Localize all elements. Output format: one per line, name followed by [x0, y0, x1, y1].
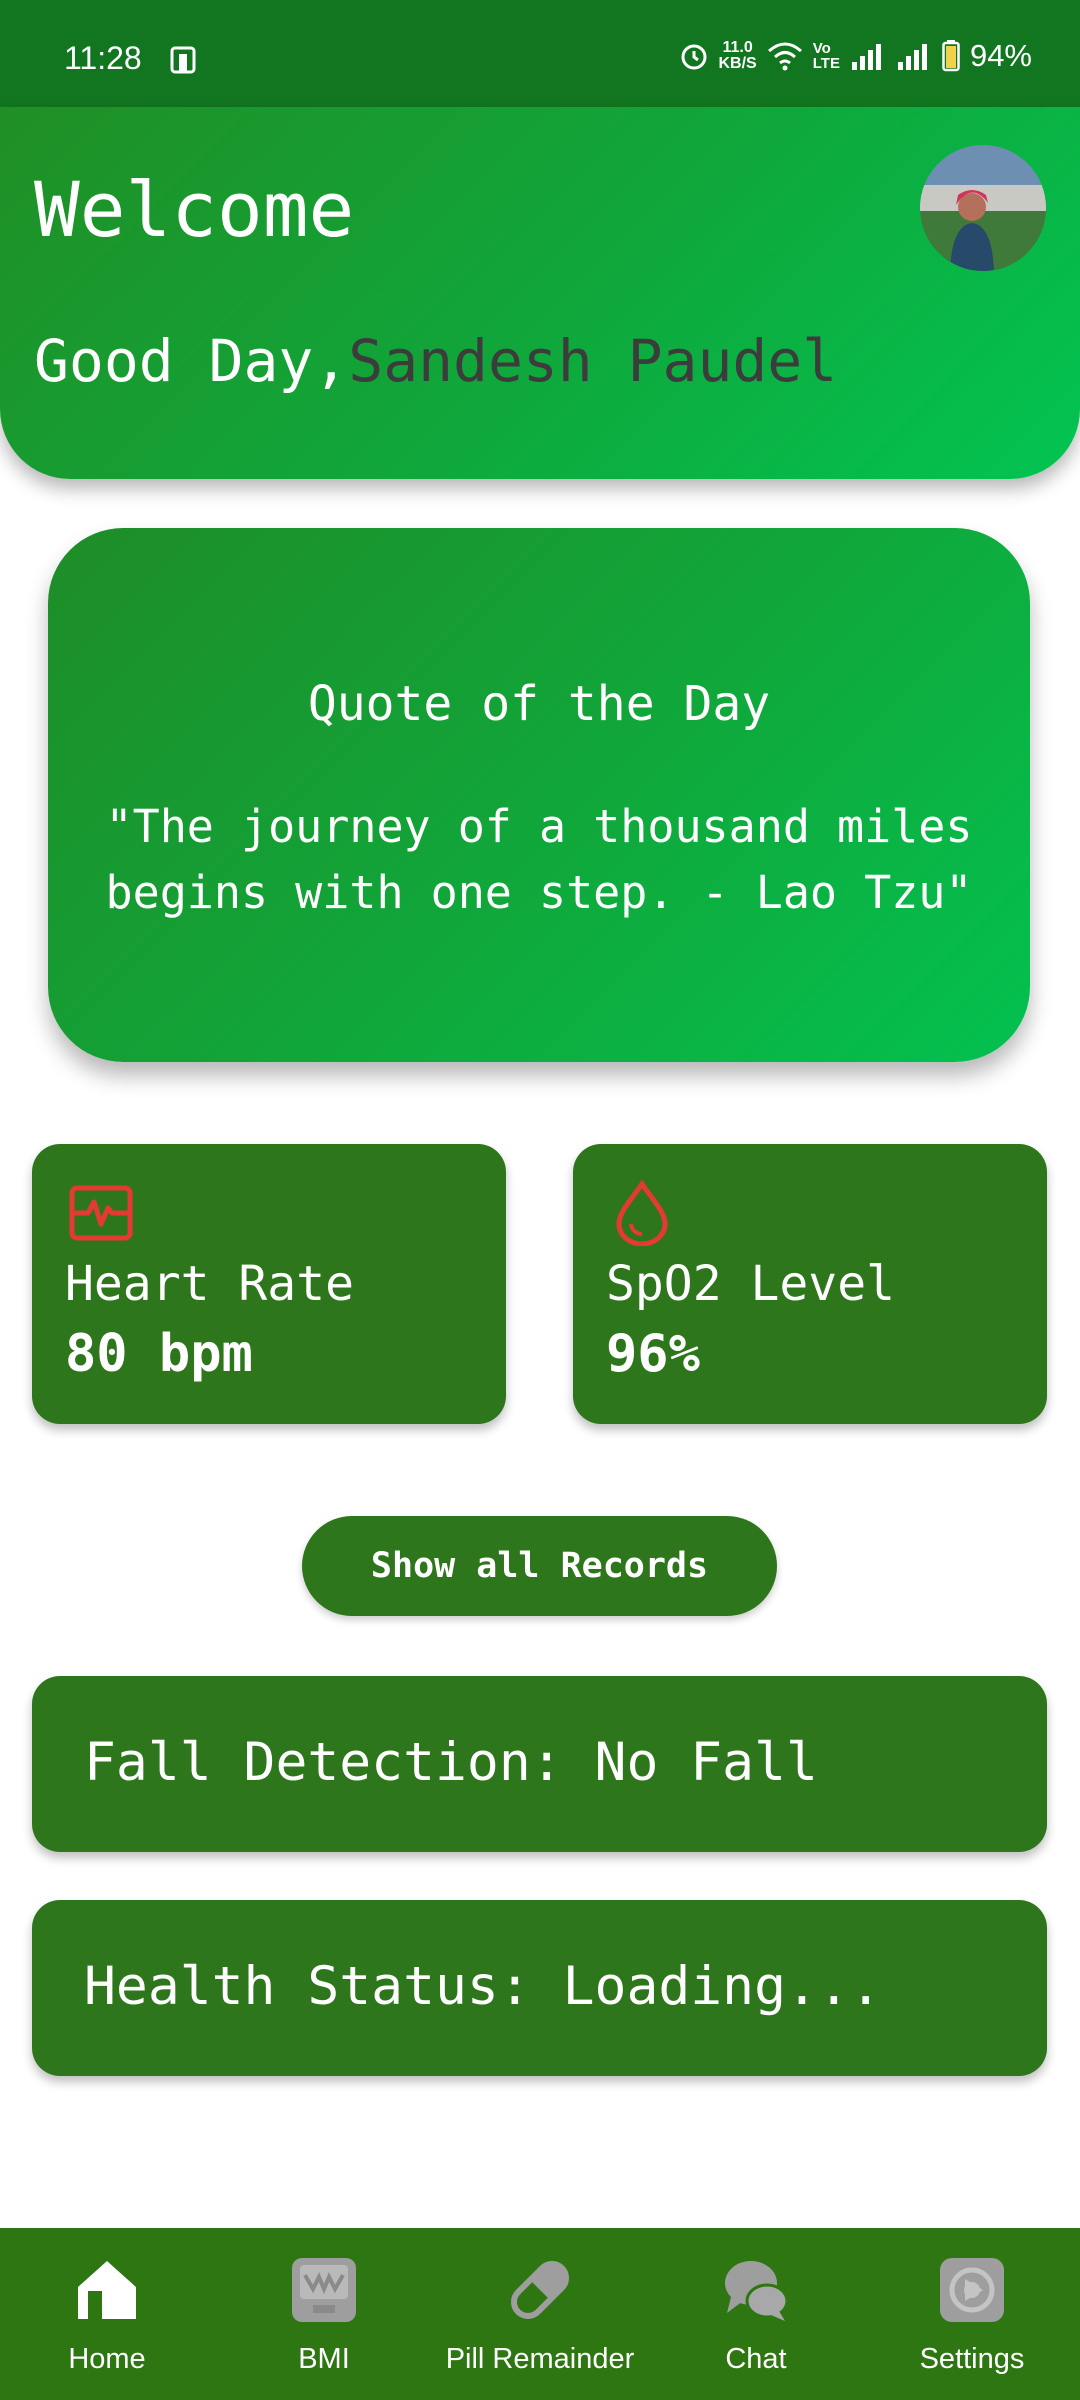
health-status-text: Health Status: Loading... [84, 1956, 882, 2017]
welcome-header: Welcome Good Day,Sandesh Paudel [0, 107, 1080, 479]
heart-rate-card[interactable]: Heart Rate 80 bpm [32, 1144, 506, 1424]
chat-icon [725, 2261, 789, 2321]
greeting-line: Good Day,Sandesh Paudel [34, 327, 837, 395]
nav-label-pill-remainder: Pill Remainder [445, 2343, 635, 2375]
spo2-value: 96% [606, 1324, 700, 1384]
settings-icon [940, 2258, 1004, 2322]
spo2-card[interactable]: SpO2 Level 96% [573, 1144, 1047, 1424]
show-all-records-button[interactable]: Show all Records [302, 1516, 777, 1616]
health-status-panel: Health Status: Loading... [32, 1900, 1047, 2076]
fall-detection-panel: Fall Detection: No Fall [32, 1676, 1047, 1852]
quote-card: Quote of the Day "The journey of a thous… [48, 528, 1030, 1062]
sim-icon [170, 46, 196, 74]
nav-settings[interactable]: Settings [900, 2228, 1044, 2400]
nav-bmi[interactable]: BMI [264, 2228, 384, 2400]
heart-rate-label: Heart Rate [65, 1256, 354, 1312]
avatar[interactable] [920, 145, 1046, 271]
nav-label-bmi: BMI [298, 2343, 350, 2375]
battery-percent: 94% [969, 38, 1032, 73]
nav-pill-remainder[interactable]: Pill Remainder [430, 2228, 650, 2400]
pill-icon [510, 2260, 570, 2320]
nav-label-chat: Chat [725, 2343, 787, 2375]
greeting-text: Good Day, [34, 327, 349, 395]
scale-icon [292, 2258, 356, 2322]
heart-rate-monitor-icon [69, 1185, 133, 1241]
home-icon [78, 2261, 136, 2319]
alarm-icon [681, 44, 706, 70]
status-time: 11:28 [64, 40, 142, 76]
status-bar: 11:28 11.0 KB/S Vo LTE 94% [0, 0, 1080, 107]
nav-label-settings: Settings [919, 2343, 1025, 2375]
quote-text: "The journey of a thousand miles begins … [105, 800, 973, 919]
spo2-label: SpO2 Level [606, 1256, 895, 1312]
page-title: Welcome [34, 165, 355, 254]
wifi-icon [767, 42, 802, 71]
nav-chat[interactable]: Chat [696, 2228, 816, 2400]
nav-label-home: Home [68, 2343, 146, 2375]
heart-rate-value: 80 bpm [65, 1324, 253, 1384]
blood-drop-icon [616, 1180, 668, 1246]
signal-icon-sim2 [897, 44, 927, 70]
nav-home[interactable]: Home [40, 2228, 174, 2400]
quote-title: Quote of the Day [307, 676, 771, 732]
bottom-navigation: Home BMI Pill Remainder Chat Settings [0, 2228, 1080, 2400]
user-name: Sandesh Paudel [348, 327, 838, 395]
volte-indicator: Vo LTE [812, 40, 840, 72]
network-speed: 11.0 KB/S [718, 39, 757, 72]
battery-icon [942, 40, 960, 72]
signal-icon-sim1 [851, 44, 881, 70]
avatar-photo [920, 145, 1046, 271]
fall-detection-text: Fall Detection: No Fall [84, 1732, 818, 1793]
